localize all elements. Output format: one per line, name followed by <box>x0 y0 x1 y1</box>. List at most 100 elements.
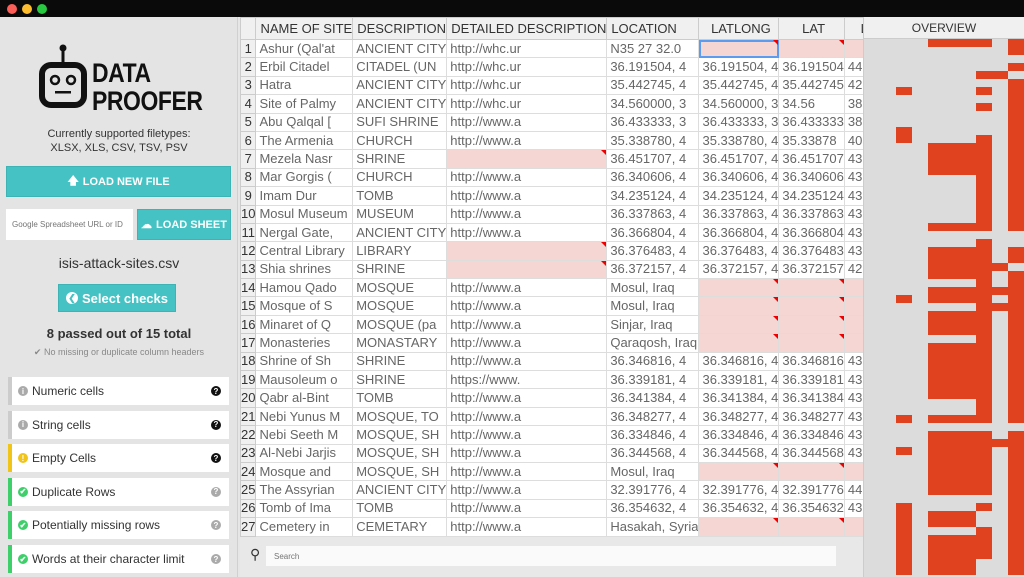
table-cell[interactable]: 36.191504, 4 <box>606 57 700 77</box>
table-cell[interactable]: SHRINE <box>352 351 448 372</box>
table-cell[interactable]: Central Library <box>255 241 354 261</box>
table-cell[interactable]: 36.366804, 4 <box>606 222 700 243</box>
row-number[interactable]: 1 <box>240 38 257 59</box>
table-cell[interactable]: Mosul, Iraq <box>606 296 700 316</box>
table-cell[interactable]: 36.372157 <box>778 259 845 280</box>
maximize-window-button[interactable] <box>37 4 47 14</box>
table-cell[interactable] <box>446 149 608 169</box>
table-cell[interactable]: 36.346816 <box>778 351 845 372</box>
table-cell[interactable]: Qabr al-Bint <box>255 388 354 408</box>
table-cell[interactable]: 38.083333 <box>843 112 863 132</box>
table-cell[interactable]: N35 27 32.0 <box>606 38 700 59</box>
table-cell[interactable]: 36.340606, 4 <box>606 167 700 188</box>
table-cell[interactable]: 35.33878 <box>778 130 845 151</box>
table-cell[interactable] <box>778 517 845 537</box>
help-icon[interactable]: ? <box>211 486 221 497</box>
table-cell[interactable]: 35.442745 <box>778 75 845 96</box>
table-cell[interactable]: CITADEL (UN <box>352 57 448 77</box>
table-cell[interactable]: ANCIENT CITY <box>352 94 448 114</box>
search-input[interactable] <box>266 546 836 566</box>
table-cell[interactable]: 42.450436 <box>843 259 863 280</box>
table-cell[interactable]: MUSEUM <box>352 204 448 224</box>
table-cell[interactable]: 43.135473 <box>843 425 863 445</box>
table-cell[interactable]: ANCIENT CITY <box>352 222 448 243</box>
table-cell[interactable]: 43.117931 <box>843 351 863 372</box>
table-cell[interactable]: 43.13099 <box>843 370 863 390</box>
table-cell[interactable]: 34.235124 <box>778 186 845 206</box>
table-cell[interactable]: 34.235124, 4 <box>606 186 700 206</box>
table-cell[interactable]: 36.344568 <box>778 443 845 463</box>
row-number[interactable]: 11 <box>240 222 257 243</box>
table-cell[interactable]: 36.366804 <box>778 222 845 243</box>
table-cell[interactable] <box>843 333 863 353</box>
table-cell[interactable]: 36.354632, 4 <box>606 498 700 519</box>
table-cell[interactable]: 43.125246 <box>843 167 863 188</box>
table-cell[interactable]: ANCIENT CITY <box>352 480 448 500</box>
table-cell[interactable]: MOSQUE (pa <box>352 314 448 335</box>
table-cell[interactable]: Abu Qalqal [ <box>255 112 354 132</box>
table-cell[interactable]: 32.391776, 4 <box>606 480 700 500</box>
table-cell[interactable]: http://www.a <box>446 222 608 243</box>
table-cell[interactable]: Mosque and <box>255 461 354 482</box>
table-cell[interactable]: http://www.a <box>446 112 608 132</box>
table-cell[interactable]: MOSQUE <box>352 278 448 298</box>
help-icon[interactable]: ? <box>211 453 221 464</box>
check-item[interactable]: ✔ Words at their character limit? <box>8 545 229 573</box>
table-cell[interactable]: Mosque of S <box>255 296 354 316</box>
row-number[interactable]: 21 <box>240 406 257 427</box>
table-cell[interactable]: 36.334846, 4 <box>606 425 700 445</box>
row-number[interactable]: 24 <box>240 461 257 482</box>
table-cell[interactable]: http://www.a <box>446 278 608 298</box>
table-cell[interactable]: 36.339181 <box>778 370 845 390</box>
row-number[interactable]: 8 <box>240 167 257 188</box>
row-number[interactable]: 14 <box>240 278 257 298</box>
minimize-window-button[interactable] <box>22 4 32 14</box>
table-cell[interactable]: SHRINE <box>352 370 448 390</box>
table-cell[interactable]: MOSQUE, SH <box>352 425 448 445</box>
table-cell[interactable]: Ashur (Qal'at <box>255 38 354 59</box>
table-cell[interactable]: 36.337863, 4 <box>606 204 700 224</box>
row-number[interactable]: 6 <box>240 130 257 151</box>
table-cell[interactable]: 36.339181, 4 <box>698 370 780 390</box>
table-cell[interactable]: 36.340606, 4 <box>698 167 780 188</box>
table-cell[interactable]: 42.393838 <box>843 75 863 96</box>
table-cell[interactable]: Erbil Citadel <box>255 57 354 77</box>
table-cell[interactable]: SHRINE <box>352 259 448 280</box>
table-cell[interactable]: SUFI SHRINE <box>352 112 448 132</box>
table-cell[interactable] <box>843 38 863 59</box>
table-cell[interactable] <box>778 333 845 353</box>
table-cell[interactable]: 35.338780, 4 <box>606 130 700 151</box>
table-cell[interactable]: TOMB <box>352 388 448 408</box>
table-cell[interactable]: 36.344568, 4 <box>698 443 780 463</box>
table-cell[interactable] <box>698 296 780 316</box>
table-cell[interactable]: 35.442745, 4 <box>606 75 700 96</box>
table-cell[interactable]: 35.338780, 4 <box>698 130 780 151</box>
table-cell[interactable]: 36.341384, 4 <box>606 388 700 408</box>
table-cell[interactable]: http://www.a <box>446 130 608 151</box>
table-cell[interactable] <box>843 461 863 482</box>
row-number[interactable]: 3 <box>240 75 257 96</box>
row-number[interactable]: 5 <box>240 112 257 132</box>
help-icon[interactable]: ? <box>211 554 221 564</box>
table-cell[interactable] <box>843 517 863 537</box>
table-cell[interactable]: 43.139408 <box>843 204 863 224</box>
select-checks-button[interactable]: ❮ Select checks <box>58 284 176 312</box>
help-icon[interactable]: ? <box>211 520 221 531</box>
table-cell[interactable]: 38.267222 <box>843 94 863 114</box>
table-cell[interactable]: 40.141714 <box>843 130 863 151</box>
table-cell[interactable]: Mausoleum o <box>255 370 354 390</box>
close-window-button[interactable] <box>7 4 17 14</box>
column-header[interactable]: LATLONG <box>698 17 780 40</box>
table-cell[interactable]: SHRINE <box>352 149 448 169</box>
table-cell[interactable] <box>698 278 780 298</box>
table-cell[interactable]: http://www.a <box>446 167 608 188</box>
help-icon[interactable]: ? <box>211 419 221 430</box>
table-cell[interactable]: 36.337863 <box>778 204 845 224</box>
check-item[interactable]: i String cells? <box>8 410 229 439</box>
check-item[interactable]: ✔ Potentially missing rows? <box>8 511 229 540</box>
table-cell[interactable]: Nebi Seeth M <box>255 425 354 445</box>
row-number[interactable]: 27 <box>240 517 257 537</box>
table-cell[interactable]: MOSQUE, SH <box>352 443 448 463</box>
column-header[interactable]: LOCATION <box>606 17 700 40</box>
table-cell[interactable]: Nergal Gate, <box>255 222 354 243</box>
